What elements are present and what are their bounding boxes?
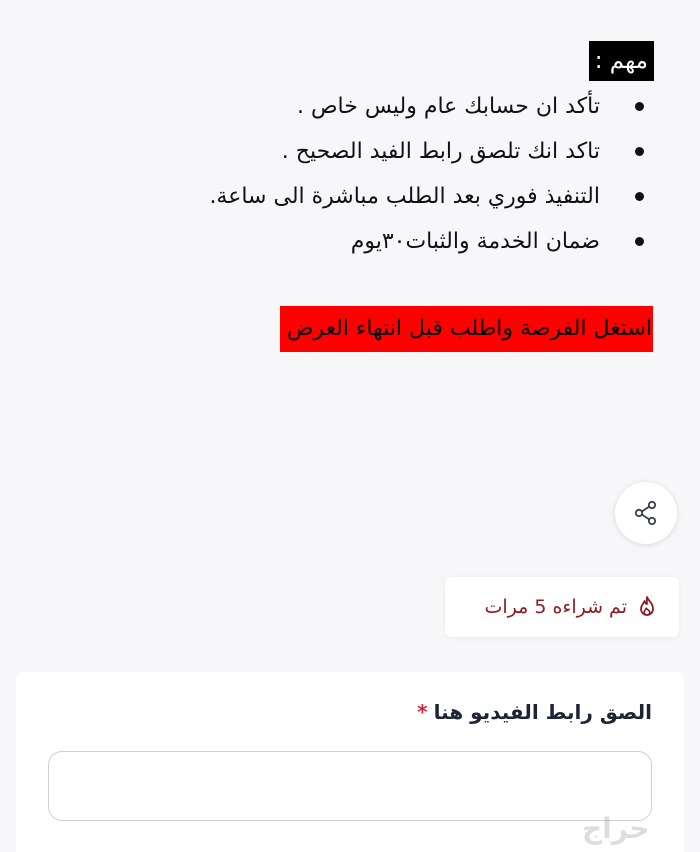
list-item-text: التنفيذ فوري بعد الطلب مباشرة الى ساعة. — [209, 184, 600, 209]
product-page: مهم : تأكد ان حسابك عام وليس خاص . تاكد … — [0, 0, 700, 852]
list-item-text: ضمان الخدمة والثبات٣٠يوم — [350, 229, 600, 254]
list-item-text: تأكد ان حسابك عام وليس خاص . — [296, 94, 600, 119]
bullet-icon — [635, 102, 644, 111]
purchase-count-card: تم شراءه 5 مرات — [445, 577, 679, 637]
purchase-count-text: تم شراءه 5 مرات — [484, 596, 627, 618]
bullet-icon — [635, 192, 644, 201]
notice-list: تأكد ان حسابك عام وليس خاص . تاكد انك تل… — [209, 84, 644, 264]
important-label: مهم : — [588, 41, 654, 81]
fire-icon — [640, 596, 654, 616]
share-button[interactable] — [615, 482, 677, 544]
share-icon — [634, 500, 657, 526]
list-item: تأكد ان حسابك عام وليس خاص . — [209, 84, 644, 129]
required-mark: * — [417, 700, 428, 724]
video-link-label: الصق رابط الفيديو هنا* — [417, 700, 652, 724]
list-item: التنفيذ فوري بعد الطلب مباشرة الى ساعة. — [209, 174, 644, 219]
list-item-text: تاكد انك تلصق رابط الفيد الصحيح . — [281, 139, 600, 164]
bullet-icon — [635, 147, 644, 156]
offer-banner: استغل الفرصة واطلب قبل انتهاء العرض — [280, 306, 653, 352]
list-item: ضمان الخدمة والثبات٣٠يوم — [209, 219, 644, 264]
list-item: تاكد انك تلصق رابط الفيد الصحيح . — [209, 129, 644, 174]
video-link-label-text: الصق رابط الفيديو هنا — [433, 700, 652, 724]
watermark: حراج — [582, 812, 650, 845]
video-link-input[interactable] — [48, 751, 652, 821]
bullet-icon — [635, 237, 644, 246]
